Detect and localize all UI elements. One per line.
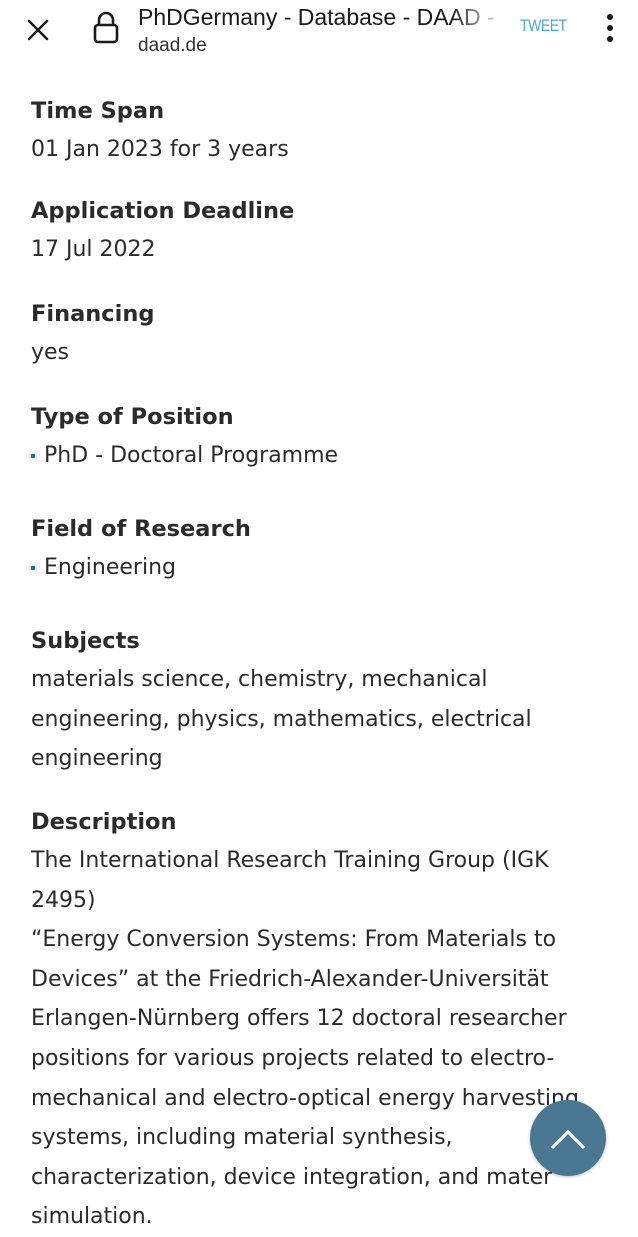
subjects-line: engineering [31,746,163,772]
financing-label: Financing [31,301,155,327]
chevron-up-icon [550,1129,586,1150]
browser-toolbar: PhDGermany - Database - DAAD - daad.de T… [0,0,638,72]
bullet-icon [31,566,35,570]
page-title: PhDGermany - Database - DAAD - [138,4,495,30]
financing-section: Financing yes [31,295,611,398]
list-item: PhD - Doctoral Programme [31,436,611,476]
position-type-label: Type of Position [31,404,234,430]
field-value: Engineering [44,555,176,580]
url-area[interactable]: PhDGermany - Database - DAAD - daad.de [138,2,506,58]
description-line: simulation. [31,1204,153,1230]
description-line: mechanical and electro-optical energy ha… [31,1085,579,1111]
time-span-value: 01 Jan 2023 for 3 years [31,137,289,162]
more-menu-button[interactable] [598,10,622,50]
bullet-icon [31,454,35,458]
field-label: Field of Research [31,516,251,542]
deadline-section: Application Deadline 17 Jul 2022 [31,192,611,295]
field-section: Field of Research Engineering [31,510,611,622]
page-url: daad.de [138,35,207,56]
subjects-section: Subjects materials science, chemistry, m… [31,622,611,803]
position-type-section: Type of Position PhD - Doctoral Programm… [31,398,611,510]
list-item: Engineering [31,548,611,588]
description-text: The International Research Training Grou… [31,841,606,1237]
position-details: Time Span 01 Jan 2023 for 3 years Applic… [31,92,611,1237]
financing-value: yes [31,340,70,365]
position-type-value: PhD - Doctoral Programme [44,443,339,468]
subjects-line: engineering, physics, mathematics, elect… [31,706,532,732]
deadline-value: 17 Jul 2022 [31,237,156,262]
close-icon [27,19,49,41]
description-label: Description [31,809,177,835]
description-line: The International Research Training Grou… [31,848,549,913]
lock-icon [92,10,120,46]
time-span-section: Time Span 01 Jan 2023 for 3 years [31,92,611,192]
description-line: Devices” at the Friedrich-Alexander-Univ… [31,966,549,992]
description-line: positions for various projects related t… [31,1045,555,1071]
close-button[interactable] [18,10,58,50]
deadline-label: Application Deadline [31,198,295,224]
subjects-text: materials science, chemistry, mechanical… [31,660,606,779]
scroll-top-button[interactable] [530,1100,606,1176]
subjects-line: materials science, chemistry, mechanical [31,667,488,692]
description-line: systems, including material synthesis, [31,1125,453,1151]
more-vert-icon [607,14,613,42]
description-line: Erlangen-Nürnberg offers 12 doctoral res… [31,1006,567,1032]
tweet-button[interactable]: TWEET [520,16,567,36]
description-line: characterization, device integration, an… [31,1164,553,1190]
description-section: Description The International Research T… [31,803,611,1237]
time-span-label: Time Span [31,98,165,124]
subjects-label: Subjects [31,628,140,654]
description-line: “Energy Conversion Systems: From Materia… [31,927,557,953]
